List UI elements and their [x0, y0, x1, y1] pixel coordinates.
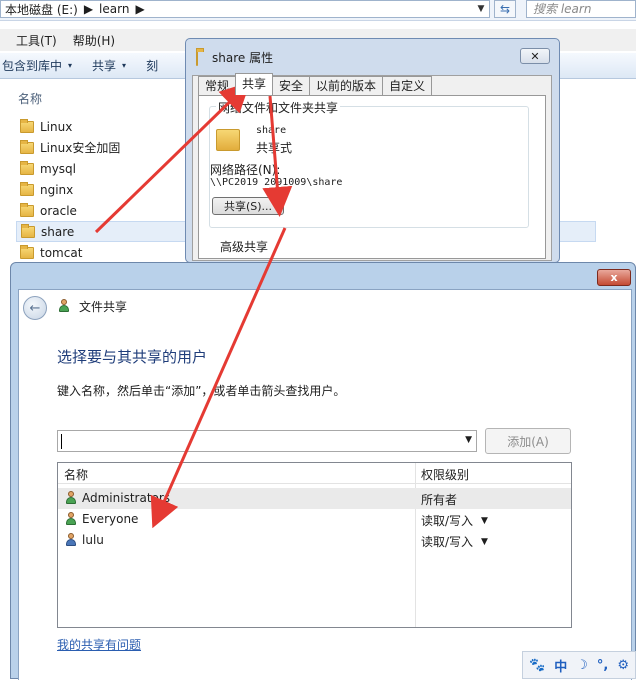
folder-icon — [20, 160, 34, 175]
permission-cell[interactable]: 读取/写入 ▼ — [421, 533, 488, 550]
permission-level: 读取/写入 — [421, 535, 474, 549]
folder-icon — [216, 129, 240, 151]
permission-level: 读取/写入 — [421, 514, 474, 528]
table-row[interactable]: Everyone 读取/写入 ▼ — [58, 509, 571, 530]
chevron-down-icon[interactable]: ▼ — [465, 435, 472, 445]
folder-icon — [20, 139, 34, 154]
refresh-icon[interactable]: ⇆ — [494, 0, 516, 18]
user-name: lulu — [82, 533, 104, 547]
file-name: oracle — [40, 203, 77, 218]
chevron-right-icon[interactable]: ▶ — [135, 2, 144, 16]
wizard-content: ← 文件共享 选择要与其共享的用户 键入名称，然后单击“添加”，或者单击箭头查找… — [18, 289, 632, 680]
user-list: 名称 权限级别 Administrators 所有者 Everyone 读取/写… — [57, 462, 572, 628]
user-icon — [64, 533, 78, 547]
network-path: \\PC2019 2091009\share — [210, 177, 343, 188]
user-cell: Everyone — [64, 512, 138, 526]
folder-icon — [20, 202, 34, 217]
share-with-button[interactable]: 共享 ▾ — [92, 57, 126, 74]
file-name: mysql — [40, 161, 76, 176]
tab-security[interactable]: 安全 — [272, 76, 311, 95]
text-cursor — [61, 434, 62, 449]
folder-icon — [21, 223, 35, 238]
table-row[interactable]: Administrators 所有者 — [58, 488, 571, 509]
tab-general[interactable]: 常规 — [198, 76, 237, 95]
punctuation-icon[interactable]: °, — [597, 658, 608, 673]
window-title: 文件共享 — [79, 300, 128, 314]
search-input[interactable]: 搜索 learn — [526, 0, 636, 18]
burn-label: 刻 — [146, 59, 159, 73]
file-sharing-window: x ← 文件共享 选择要与其共享的用户 键入名称，然后单击“添加”，或者单击箭头… — [10, 262, 636, 680]
column-header-permission[interactable]: 权限级别 — [421, 466, 469, 483]
tab-previous-versions[interactable]: 以前的版本 — [309, 76, 384, 95]
close-button[interactable]: ✕ — [520, 48, 550, 64]
user-name-combobox[interactable]: ▼ — [57, 430, 477, 452]
menu-tools[interactable]: 工具(T) — [16, 32, 57, 49]
user-cell: Administrators — [64, 491, 170, 505]
advanced-sharing-title: 高级共享 — [220, 240, 269, 254]
group-icon — [64, 512, 78, 526]
share-state: 共享式 — [256, 141, 293, 155]
sharing-problem-link[interactable]: 我的共享有问题 — [57, 636, 141, 653]
tab-customize[interactable]: 自定义 — [382, 76, 433, 95]
chevron-down-icon[interactable]: ▼ — [481, 516, 488, 526]
list-header: 名称 权限级别 — [58, 463, 571, 484]
folder-icon — [20, 118, 34, 133]
ime-toolbar: 🐾 中 ☽ °, ⚙ — [522, 651, 636, 679]
properties-dialog: share 属性 ✕ 常规 共享 安全 以前的版本 自定义 网络文件和文件夹共享… — [185, 38, 560, 263]
ime-chinese-mode[interactable]: 中 — [554, 656, 567, 675]
paw-icon[interactable]: 🐾 — [529, 658, 545, 673]
network-path-label: 网络路径(N): — [210, 163, 281, 177]
file-name: Linux安全加固 — [40, 141, 121, 155]
permission-cell: 所有者 — [421, 491, 457, 508]
share-with-label: 共享 — [92, 59, 117, 73]
back-arrow-icon[interactable]: ← — [23, 296, 47, 320]
include-in-library-label: 包含到库中 — [2, 59, 63, 73]
chevron-right-icon[interactable]: ▶ — [84, 2, 93, 16]
menu-help[interactable]: 帮助(H) — [73, 32, 115, 49]
share-button[interactable]: 共享(S)... — [212, 197, 284, 215]
folder-icon — [20, 244, 34, 259]
chevron-down-icon: ▾ — [122, 61, 127, 70]
include-in-library-button[interactable]: 包含到库中 ▾ — [2, 57, 72, 74]
address-bar-container: 本地磁盘 (E:) ▶ learn ▶ ▼ ⇆ 搜索 learn — [0, 0, 636, 21]
gear-icon[interactable]: ⚙ — [617, 658, 629, 673]
instruction-text: 键入名称，然后单击“添加”，或者单击箭头查找用户。 — [57, 384, 346, 398]
folder-icon — [196, 50, 198, 66]
column-header-name[interactable]: 名称 — [64, 466, 88, 483]
share-users-icon — [57, 299, 73, 315]
address-path[interactable]: 本地磁盘 (E:) ▶ learn ▶ — [0, 0, 490, 18]
group-icon — [64, 491, 78, 505]
table-row[interactable]: lulu 读取/写入 ▼ — [58, 530, 571, 551]
file-name: Linux — [40, 119, 73, 134]
user-cell: lulu — [64, 533, 104, 547]
network-sharing-group: 网络文件和文件夹共享 share 共享式 网络路径(N): \\PC2019 2… — [209, 99, 529, 228]
user-name: Everyone — [82, 512, 139, 526]
permission-level: 所有者 — [421, 493, 458, 507]
dialog-title: share 属性 — [212, 51, 274, 65]
page-title: 选择要与其共享的用户 — [57, 348, 208, 366]
address-segment-learn[interactable]: learn — [99, 2, 129, 16]
file-name: nginx — [40, 182, 74, 197]
chevron-down-icon: ▾ — [68, 61, 73, 70]
folder-name: share — [256, 125, 287, 136]
address-dropdown-icon[interactable]: ▼ — [473, 1, 489, 17]
moon-icon[interactable]: ☽ — [576, 658, 588, 673]
burn-button[interactable]: 刻 — [146, 57, 158, 74]
tab-strip: 常规 共享 安全 以前的版本 自定义 — [198, 73, 433, 95]
folder-icon — [20, 181, 34, 196]
file-name: share — [41, 224, 75, 239]
address-segment-drive[interactable]: 本地磁盘 (E:) — [5, 1, 78, 18]
close-button[interactable]: x — [597, 269, 631, 286]
tab-sharing[interactable]: 共享 — [235, 73, 274, 95]
permission-cell[interactable]: 读取/写入 ▼ — [421, 512, 488, 529]
file-name: tomcat — [40, 245, 83, 260]
sharing-panel: 网络文件和文件夹共享 share 共享式 网络路径(N): \\PC2019 2… — [198, 95, 546, 259]
group-title: 网络文件和文件夹共享 — [216, 99, 341, 116]
user-name: Administrators — [82, 491, 171, 505]
chevron-down-icon[interactable]: ▼ — [481, 537, 488, 547]
column-header-name[interactable]: 名称 — [18, 90, 42, 107]
add-button[interactable]: 添加(A) — [485, 428, 571, 454]
